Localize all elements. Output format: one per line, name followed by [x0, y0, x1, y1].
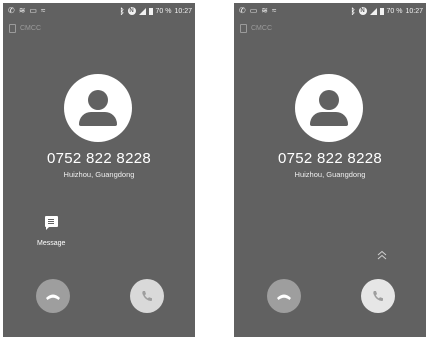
sim-icon [240, 24, 247, 33]
answer-call-icon [142, 291, 152, 301]
status-bar: ✆ ▭ ≋ ≈ ᛒ N 70 % 10:27 [234, 3, 426, 19]
message-icon[interactable] [45, 216, 58, 230]
sim-icon [9, 24, 16, 33]
caller-location: Huizhou, Guangdong [294, 170, 366, 179]
end-call-icon [46, 294, 60, 300]
carrier-name: CMCC [20, 25, 41, 32]
carrier-name: CMCC [251, 25, 272, 32]
bluetooth-icon: ᛒ [119, 6, 125, 16]
signal-icon [138, 7, 146, 15]
message-label[interactable]: Message [37, 240, 65, 247]
wifi-call-icon: ≋ [18, 6, 26, 15]
nfc-icon: N [358, 7, 367, 15]
caller-number: 0752 822 8228 [47, 150, 151, 167]
caller-location: Huizhou, Guangdong [63, 170, 135, 179]
wifi-icon: ≈ [271, 6, 277, 15]
battery-icon [379, 7, 384, 15]
carrier-label: CMCC [240, 24, 272, 33]
status-bar: ✆ ≋ ▭ ≈ ᛒ N 70 % 10:27 [3, 3, 195, 19]
missed-call-icon: ✆ [239, 6, 246, 15]
battery-icon [148, 7, 153, 15]
decline-button[interactable] [36, 279, 70, 313]
contact-avatar-icon [295, 74, 363, 142]
carrier-label: CMCC [9, 24, 41, 33]
missed-call-icon: ✆ [8, 6, 15, 15]
bluetooth-icon: ᛒ [350, 6, 356, 16]
decline-button[interactable] [267, 279, 301, 313]
image-icon: ▭ [249, 6, 258, 15]
battery-percent: 70 % [386, 7, 403, 15]
answer-button[interactable] [130, 279, 164, 313]
wifi-call-icon: ≋ [261, 6, 268, 15]
wifi-icon: ≈ [40, 6, 46, 15]
answer-button[interactable] [361, 279, 395, 313]
image-icon: ▭ [29, 6, 37, 15]
caller-number: 0752 822 8228 [278, 150, 382, 167]
battery-percent: 70 % [155, 7, 172, 15]
contact-avatar-icon [64, 74, 132, 142]
answer-call-icon [373, 291, 383, 301]
end-call-icon [277, 294, 291, 300]
clock: 10:27 [174, 7, 192, 15]
incoming-call-screen-right: ✆ ▭ ≋ ≈ ᛒ N 70 % 10:27 CMCC 0752 822 822… [234, 3, 426, 337]
chevron-up-icon [377, 250, 387, 260]
signal-icon [369, 7, 377, 15]
clock: 10:27 [405, 7, 423, 15]
incoming-call-screen-left: ✆ ≋ ▭ ≈ ᛒ N 70 % 10:27 CMCC 0752 822 822… [3, 3, 195, 337]
nfc-icon: N [127, 7, 136, 15]
